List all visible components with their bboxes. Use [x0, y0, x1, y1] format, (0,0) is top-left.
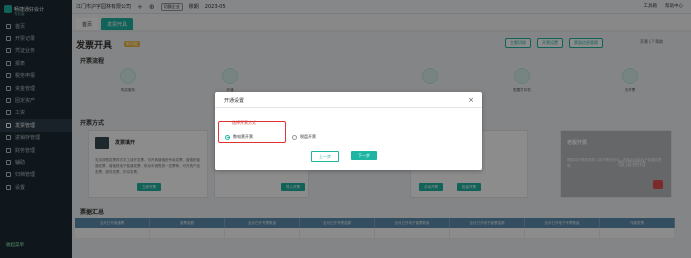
next-step-button[interactable]: 下一步: [351, 151, 377, 160]
radio-checked-icon[interactable]: [225, 134, 230, 140]
close-icon[interactable]: ×: [468, 96, 474, 104]
radio-unchecked-icon[interactable]: [292, 134, 297, 140]
setup-modal: 开通设置 × 选择开票方式 数电票开票 税盘开票 上一步 下一步: [215, 92, 482, 170]
modal-divider: [215, 107, 482, 108]
radio-digital-invoice[interactable]: 数电票开票: [225, 134, 253, 140]
previous-step-button[interactable]: 上一步: [311, 151, 339, 162]
radio-tax-disk[interactable]: 税盘开票: [292, 134, 316, 140]
radio-label: 税盘开票: [300, 134, 316, 139]
invoice-method-label: 选择开票方式: [232, 120, 256, 125]
modal-title: 开通设置: [224, 98, 245, 104]
radio-label: 数电票开票: [233, 134, 253, 139]
